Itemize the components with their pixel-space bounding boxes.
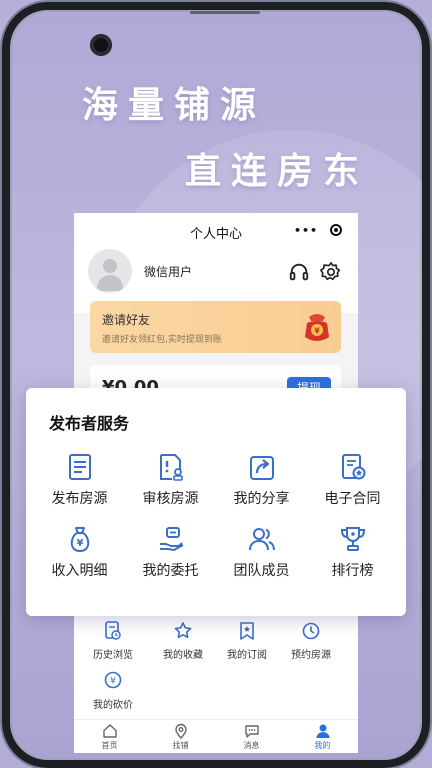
review-listing-button[interactable]: 审核房源 — [123, 452, 218, 508]
red-envelope-icon: ¥ — [305, 314, 329, 341]
location-icon — [174, 723, 187, 739]
service-appointments[interactable]: 预约房源 — [278, 621, 344, 661]
service-label: 我的收藏 — [163, 650, 203, 661]
publish-listing-button[interactable]: 发布房源 — [32, 452, 127, 508]
username: 微信用户 — [144, 265, 193, 279]
tab-label: 首页 — [101, 741, 118, 750]
income-details-button[interactable]: ¥ 收入明细 — [32, 524, 127, 580]
service-label: 历史浏览 — [93, 650, 133, 661]
star-icon — [174, 622, 192, 639]
home-icon — [102, 724, 117, 738]
my-entrustment-button[interactable]: 我的委托 — [123, 524, 218, 580]
tab-label: 找铺 — [172, 741, 189, 750]
tab-home[interactable]: 首页 — [74, 720, 145, 753]
front-camera-icon — [90, 34, 112, 56]
bookmark-icon — [240, 622, 254, 640]
nav-bar: 个人中心 ••• — [74, 213, 358, 247]
item-label: 团队成员 — [233, 563, 290, 579]
invite-banner[interactable]: 邀请好友 邀请好友领红包,实时提现到账 ¥ — [90, 301, 341, 353]
item-label: 我的委托 — [142, 563, 199, 579]
leaderboard-button[interactable]: 排行榜 — [305, 524, 400, 580]
share-icon — [249, 456, 274, 480]
user-icon — [316, 724, 329, 738]
more-services-grid: 历史浏览 我的收藏 我的订阅 预约房源 ¥ 我的砍价 — [74, 613, 358, 719]
contract-icon — [341, 454, 365, 480]
service-label: 我的订阅 — [227, 650, 267, 661]
team-icon — [248, 528, 275, 551]
money-bag-icon: ¥ — [70, 527, 89, 552]
close-target-icon[interactable] — [330, 224, 342, 236]
review-icon — [159, 454, 183, 481]
tab-find-shop[interactable]: 找铺 — [145, 720, 216, 753]
hand-money-icon — [159, 527, 183, 551]
headline-line2: 直连房东 — [185, 151, 370, 192]
tab-label: 消息 — [243, 741, 260, 750]
avatar[interactable] — [88, 249, 132, 293]
team-members-button[interactable]: 团队成员 — [214, 524, 309, 580]
tab-messages[interactable]: 消息 — [216, 720, 287, 753]
tab-bar: 首页 找铺 消息 我的 — [74, 719, 358, 753]
tab-mine[interactable]: 我的 — [287, 720, 358, 753]
service-subscriptions[interactable]: 我的订阅 — [214, 621, 280, 661]
service-favorites[interactable]: 我的收藏 — [150, 621, 216, 661]
gear-icon[interactable] — [320, 261, 342, 283]
headset-icon[interactable] — [288, 261, 310, 283]
svg-text:¥: ¥ — [314, 327, 320, 336]
clock-icon — [302, 622, 320, 640]
message-icon — [244, 725, 259, 738]
e-contract-button[interactable]: 电子合同 — [305, 452, 400, 508]
my-share-button[interactable]: 我的分享 — [214, 452, 309, 508]
svg-text:¥: ¥ — [110, 677, 116, 687]
section-title: 发布者服务 — [49, 414, 130, 433]
item-label: 发布房源 — [51, 491, 108, 507]
invite-subtitle: 邀请好友领红包,实时提现到账 — [102, 335, 222, 345]
item-label: 审核房源 — [142, 491, 199, 507]
trophy-icon — [340, 527, 365, 551]
tab-label: 我的 — [314, 741, 331, 750]
bargain-icon: ¥ — [104, 671, 122, 689]
speaker-grille — [190, 11, 260, 14]
more-dots-icon[interactable]: ••• — [294, 224, 318, 237]
svg-text:¥: ¥ — [76, 538, 83, 549]
service-label: 我的砍价 — [93, 700, 133, 711]
service-label: 预约房源 — [291, 650, 331, 661]
history-icon — [105, 621, 121, 640]
item-label: 排行榜 — [331, 563, 374, 579]
mini-program-capsule[interactable]: ••• — [290, 221, 346, 239]
item-label: 电子合同 — [324, 491, 381, 507]
service-history[interactable]: 历史浏览 — [80, 621, 146, 661]
publisher-services-card: 发布者服务 发布房源 审核房源 我的分享 电子合同 ¥ 收入明细 我的委托 团队… — [26, 388, 406, 616]
invite-title: 邀请好友 — [102, 313, 151, 327]
headline-line1: 海量铺源 — [82, 85, 267, 126]
item-label: 我的分享 — [233, 491, 290, 507]
document-list-icon — [68, 454, 91, 480]
service-bargain[interactable]: ¥ 我的砍价 — [80, 671, 146, 711]
item-label: 收入明细 — [51, 563, 108, 579]
